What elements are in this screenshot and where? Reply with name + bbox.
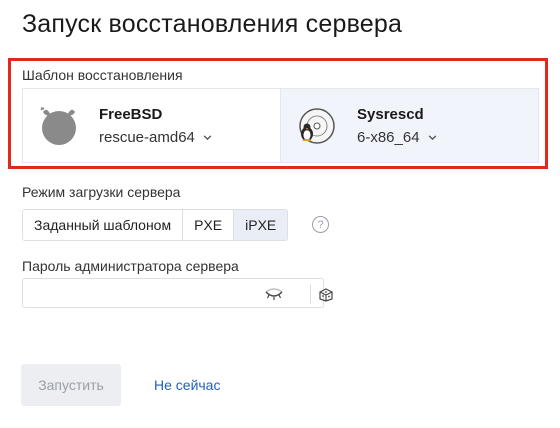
password-input[interactable] [31, 284, 261, 304]
chevron-down-icon [203, 134, 212, 140]
template-version: 6-x86_64 [357, 128, 420, 146]
template-selector: FreeBSD rescue-amd64 Sysrescd 6-x86_64 [22, 88, 539, 163]
boot-mode-selector: Заданный шаблоном PXE iPXE [22, 209, 289, 241]
template-version-dropdown[interactable]: 6-x86_64 [357, 129, 438, 146]
dice-generate-icon[interactable] [315, 284, 337, 304]
template-version-dropdown[interactable]: rescue-amd64 [99, 129, 213, 146]
template-option-sysrescd[interactable]: Sysrescd 6-x86_64 [281, 89, 538, 162]
template-label: Шаблон восстановления [22, 67, 183, 83]
boot-mode-ipxe[interactable]: iPXE [234, 210, 288, 240]
not-now-link[interactable]: Не сейчас [154, 377, 220, 393]
template-name: Sysrescd [357, 105, 424, 123]
password-label: Пароль администратора сервера [22, 258, 239, 274]
help-icon[interactable]: ? [312, 216, 329, 233]
page-title: Запуск восстановления сервера [22, 10, 403, 38]
chevron-down-icon [428, 134, 436, 140]
template-version: rescue-amd64 [99, 128, 195, 146]
boot-mode-label: Режим загрузки сервера [22, 184, 181, 200]
password-field [22, 278, 333, 308]
boot-mode-pxe[interactable]: PXE [183, 210, 235, 240]
boot-mode-template[interactable]: Заданный шаблоном [23, 210, 184, 240]
divider [310, 284, 311, 304]
template-option-freebsd[interactable]: FreeBSD rescue-amd64 [23, 89, 281, 162]
freebsd-daemon-icon [37, 104, 81, 148]
sysrescue-disc-penguin-icon [295, 104, 339, 148]
eye-closed-icon[interactable] [263, 284, 285, 304]
start-button[interactable]: Запустить [21, 364, 121, 406]
template-name: FreeBSD [99, 105, 163, 123]
